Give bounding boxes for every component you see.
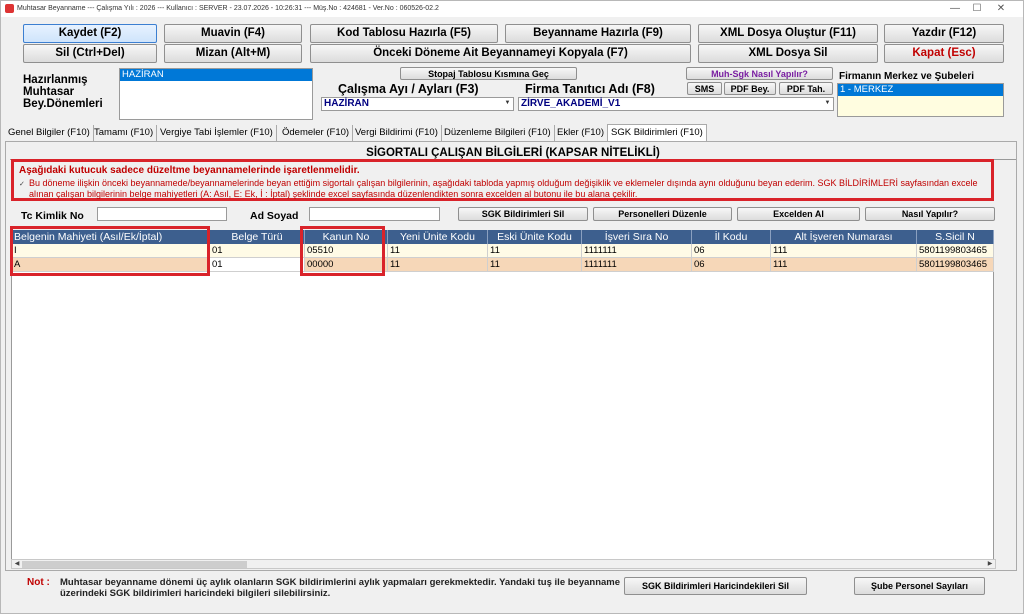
table-cell[interactable]: 5801199803465 xyxy=(917,244,994,258)
sgk-delete-button[interactable]: SGK Bildirimleri Sil xyxy=(458,207,588,221)
app-window: Muhtasar Beyanname --- Çalışma Yılı : 20… xyxy=(0,0,1024,614)
name-label: Ad Soyad xyxy=(250,210,299,222)
col-header-sicil[interactable]: S.Sicil N xyxy=(917,230,994,244)
chevron-down-icon: ▼ xyxy=(824,100,831,106)
name-input[interactable] xyxy=(309,207,440,221)
tab-tamami[interactable]: Tamamı (F10) xyxy=(91,125,158,141)
prepare-button[interactable]: Beyanname Hazırla (F9) xyxy=(505,24,691,43)
prepared-periods-label: Hazırlanmış Muhtasar Bey.Dönemleri xyxy=(23,74,103,110)
table-cell[interactable]: 06 xyxy=(692,258,771,272)
window-title: Muhtasar Beyanname --- Çalışma Yılı : 20… xyxy=(17,5,439,12)
chevron-down-icon: ▼ xyxy=(504,100,511,106)
how-to-button[interactable]: Nasıl Yapılır? xyxy=(865,207,995,221)
mahiyet-highlight xyxy=(10,226,210,276)
scroll-right-icon[interactable]: ▶ xyxy=(985,560,995,568)
branches-list[interactable]: 1 - MERKEZ xyxy=(837,83,1004,117)
maximize-icon[interactable]: ☐ xyxy=(969,3,985,15)
period-select[interactable]: HAZİRAN ▼ xyxy=(321,97,514,111)
branch-staff-button[interactable]: Şube Personel Sayıları xyxy=(854,577,985,595)
note-label: Not : xyxy=(27,577,50,588)
mizan-button[interactable]: Mizan (Alt+M) xyxy=(164,44,302,63)
table-cell[interactable]: 111 xyxy=(771,258,917,272)
table-cell[interactable]: 11 xyxy=(488,258,582,272)
table-cell[interactable]: 06 xyxy=(692,244,771,258)
stopaj-button[interactable]: Stopaj Tablosu Kısmına Geç xyxy=(400,67,577,80)
correction-checkbox[interactable]: ✓ xyxy=(19,181,26,188)
table-cell[interactable]: 1111111 xyxy=(582,244,692,258)
period-value: HAZİRAN xyxy=(324,98,369,109)
col-header-isveri-sira[interactable]: İşveri Sıra No xyxy=(582,230,692,244)
note-text: Muhtasar beyanname dönemi üç aylık olanl… xyxy=(60,577,621,599)
warning-text: Bu döneme ilişkin önceki beyannamede/bey… xyxy=(29,178,978,199)
col-header-belge-turu[interactable]: Belge Türü xyxy=(210,230,305,244)
company-label: Firma Tanıtıcı Adı (F8) xyxy=(525,82,655,96)
save-button[interactable]: Kaydet (F2) xyxy=(23,24,157,43)
col-header-il-kodu[interactable]: İl Kodu xyxy=(692,230,771,244)
tc-label: Tc Kimlik No xyxy=(21,210,84,222)
xml-delete-button[interactable]: XML Dosya Sil xyxy=(698,44,878,63)
table-cell[interactable]: 5801199803465 xyxy=(917,258,994,272)
tab-ekler[interactable]: Ekler (F10) xyxy=(554,125,608,141)
edit-staff-button[interactable]: Personelleri Düzenle xyxy=(593,207,732,221)
tab-odemeler[interactable]: Ödemeler (F10) xyxy=(279,125,354,141)
col-header-eski-unite[interactable]: Eski Ünite Kodu xyxy=(488,230,582,244)
table-cell[interactable]: 01 xyxy=(210,244,305,258)
assistant-button[interactable]: Muavin (F4) xyxy=(164,24,302,43)
company-value: ZİRVE_AKADEMİ_V1 xyxy=(521,98,621,109)
tab-vergi-bildirimi[interactable]: Vergi Bildirimi (F10) xyxy=(352,125,442,141)
warning-title: Aşağıdaki kutucuk sadece düzeltme beyann… xyxy=(19,165,360,176)
company-select[interactable]: ZİRVE_AKADEMİ_V1 ▼ xyxy=(518,97,834,111)
horizontal-scrollbar[interactable]: ◀ ▶ xyxy=(11,559,996,569)
minimize-icon[interactable]: — xyxy=(947,3,963,15)
period-label: Çalışma Ayı / Ayları (F3) xyxy=(338,82,479,96)
kanun-highlight xyxy=(300,226,385,276)
table-cell[interactable]: 11 xyxy=(488,244,582,258)
pdf-tah-button[interactable]: PDF Tah. xyxy=(779,82,833,95)
col-header-yeni-unite[interactable]: Yeni Ünite Kodu xyxy=(388,230,488,244)
xml-create-button[interactable]: XML Dosya Oluştur (F11) xyxy=(698,24,878,43)
title-bar: Muhtasar Beyanname --- Çalışma Yılı : 20… xyxy=(1,1,1023,17)
tab-genel-bilgiler[interactable]: Genel Bilgiler (F10) xyxy=(5,125,94,141)
table-cell[interactable]: 111 xyxy=(771,244,917,258)
scroll-thumb[interactable] xyxy=(22,561,247,568)
tab-duzenleme-bilgileri[interactable]: Düzenleme Bilgileri (F10) xyxy=(441,125,555,141)
scroll-left-icon[interactable]: ◀ xyxy=(12,560,22,568)
close-button[interactable]: Kapat (Esc) xyxy=(884,44,1004,63)
table-cell[interactable]: 1111111 xyxy=(582,258,692,272)
tab-sgk-bildirimleri[interactable]: SGK Bildirimleri (F10) xyxy=(607,124,707,141)
tc-input[interactable] xyxy=(97,207,227,221)
table-cell[interactable]: 01 xyxy=(210,258,305,272)
table-cell[interactable]: 11 xyxy=(388,244,488,258)
sms-button[interactable]: SMS xyxy=(687,82,722,95)
tab-vergiye-tabi[interactable]: Vergiye Tabi İşlemler (F10) xyxy=(157,125,277,141)
copy-previous-button[interactable]: Önceki Döneme Ait Beyannameyi Kopyala (F… xyxy=(310,44,691,63)
delete-button[interactable]: Sil (Ctrl+Del) xyxy=(23,44,157,63)
muh-sgk-button[interactable]: Muh-Sgk Nasıl Yapılır? xyxy=(686,67,833,80)
prepared-periods-list[interactable]: HAZİRAN xyxy=(119,68,313,120)
close-icon[interactable]: ✕ xyxy=(993,3,1009,15)
branch-item[interactable]: 1 - MERKEZ xyxy=(838,84,1003,96)
app-icon xyxy=(5,4,14,13)
code-table-button[interactable]: Kod Tablosu Hazırla (F5) xyxy=(310,24,498,43)
table-cell[interactable]: 11 xyxy=(388,258,488,272)
col-header-alt-isveren[interactable]: Alt İşveren Numarası xyxy=(771,230,917,244)
delete-non-sgk-button[interactable]: SGK Bildirimleri Haricindekileri Sil xyxy=(624,577,807,595)
from-excel-button[interactable]: Excelden Al xyxy=(737,207,860,221)
print-button[interactable]: Yazdır (F12) xyxy=(884,24,1004,43)
branches-label: Firmanın Merkez ve Şubeleri xyxy=(839,71,975,82)
prepared-period-item[interactable]: HAZİRAN xyxy=(120,69,312,81)
pdf-bey-button[interactable]: PDF Bey. xyxy=(724,82,776,95)
sgk-grid[interactable] xyxy=(11,230,994,560)
